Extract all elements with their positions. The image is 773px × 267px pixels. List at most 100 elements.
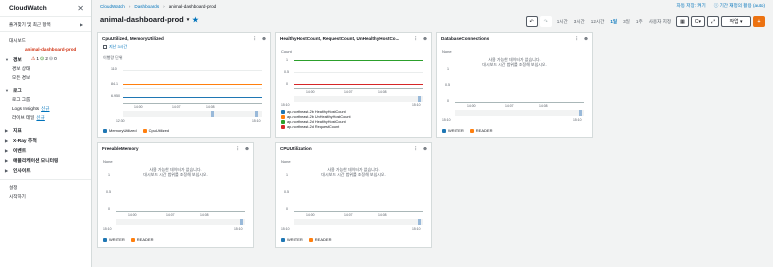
time-navigator[interactable]	[123, 111, 262, 117]
sidebar-section-insights[interactable]: ▶ 인사이트	[0, 165, 91, 175]
header-links: 자동 저장: 켜기 ⓘ 기간 재정의 활용 (auto)	[677, 3, 765, 9]
refresh-button[interactable]: C ▾	[690, 16, 705, 27]
x-tick: 14:08	[539, 104, 548, 108]
sidebar-item-alarm-state[interactable]: 경보 상태	[0, 64, 91, 73]
x-axis	[455, 102, 584, 103]
time-navigator[interactable]	[294, 219, 423, 225]
legend-item[interactable]: ap-northeast-2d HealthyHostCount	[281, 120, 351, 124]
legend-item[interactable]: READER	[469, 128, 492, 133]
x-tick: 15:10	[412, 227, 421, 231]
navigator-handle[interactable]	[240, 219, 243, 225]
legend-item[interactable]: WRITER	[442, 128, 464, 133]
legend-item[interactable]: ap-northeast-2b UnHealthyHostCount	[281, 115, 351, 119]
widget-menu-icon[interactable]: ⋮	[236, 146, 241, 152]
widget-menu-icon[interactable]: ⋮	[575, 36, 580, 42]
period-override[interactable]: ⓘ 기간 재정의 활용 (auto)	[714, 3, 765, 9]
x-tick: 14:00	[467, 104, 476, 108]
x-tick: 14:08	[378, 90, 387, 94]
widget-menu-icon[interactable]: ⋮	[253, 36, 258, 42]
breadcrumb-cloudwatch[interactable]: CloudWatch	[100, 4, 125, 9]
sidebar-item-logs-insights[interactable]: Logs Insights 신규	[0, 104, 91, 113]
sidebar-section-logs[interactable]: ▼ 로그	[0, 85, 91, 95]
navigator-handle[interactable]	[211, 111, 214, 117]
fullscreen-button[interactable]: ⤢	[706, 16, 719, 27]
widget-title: CPUUtilization	[280, 146, 312, 151]
time-range-option[interactable]: 3시간	[571, 19, 588, 25]
time-navigator[interactable]	[294, 96, 423, 102]
sidebar-item-log-groups[interactable]: 로그 그룹	[0, 95, 91, 104]
sidebar-item-live-tail[interactable]: 라이브 테일 신규	[0, 113, 91, 122]
legend-item[interactable]: CpuUtilized	[142, 128, 169, 133]
widget-unit: 이행량 단위	[103, 55, 123, 60]
widget-menu-icon[interactable]: ⋮	[414, 36, 419, 42]
legend-label: READER	[136, 237, 154, 242]
legend-item[interactable]: WRITER	[281, 237, 303, 242]
widget-unit: None	[103, 159, 113, 164]
time-range-option[interactable]: 12시간	[588, 19, 608, 25]
sidebar-item-dashboards[interactable]: 대시보드	[0, 36, 91, 45]
zoom-icon[interactable]: ⊕	[245, 146, 249, 152]
close-icon[interactable]: ✕	[77, 4, 84, 13]
zoom-icon[interactable]: ⊕	[584, 36, 588, 42]
zoom-icon[interactable]: ⊕	[262, 36, 266, 42]
sidebar-favorites[interactable]: 즐겨찾기 및 최근 항목 ▶	[0, 20, 91, 29]
breadcrumb-dashboards[interactable]: Dashboards	[134, 4, 159, 9]
logs-insights-label: Logs Insights	[12, 106, 40, 111]
sidebar-section-xray[interactable]: ▶ X-Ray 추적	[0, 135, 91, 145]
undo-button[interactable]: ↶	[525, 16, 538, 27]
sidebar-item-getting-started[interactable]: 시작하기	[0, 192, 91, 201]
caret-right-icon: ▶	[5, 147, 9, 153]
legend-item[interactable]: ap-northeast-2b HealthyHostCount	[281, 110, 351, 114]
navigator-handle[interactable]	[579, 110, 582, 116]
add-widget-button[interactable]: +	[753, 16, 765, 27]
time-range-option[interactable]: 사용자 지정	[646, 19, 674, 25]
widget-unit: None	[442, 49, 452, 54]
widget-menu-icon[interactable]: ⋮	[414, 146, 419, 152]
sidebar-section-metrics[interactable]: ▶ 지표	[0, 125, 91, 135]
live-tail-label: 라이브 테일	[12, 114, 35, 120]
caret-down-icon: ▼	[5, 56, 9, 62]
sidebar-item-all-alarms[interactable]: 모든 경보	[0, 73, 91, 82]
calendar-icon[interactable]: ▦	[676, 16, 689, 27]
time-navigator[interactable]	[455, 110, 584, 116]
sidebar-item-settings[interactable]: 설정	[0, 183, 91, 192]
navigator-handle[interactable]	[418, 219, 421, 225]
alarms-label: 경보	[13, 57, 22, 63]
actions-dropdown[interactable]: 작업 ▾	[721, 16, 751, 27]
x-axis	[116, 211, 245, 212]
legend-item[interactable]: READER	[308, 237, 331, 242]
widget-header: HealthyHostCount, RequestCount, UnHealth…	[280, 36, 427, 42]
legend-item[interactable]: MemoryUtilized	[103, 128, 137, 133]
legend-item[interactable]: READER	[130, 237, 154, 242]
sidebar-section-app-monitoring[interactable]: ▶ 애플리케이션 모니터링	[0, 155, 91, 165]
time-range-option[interactable]: 1시간	[554, 19, 571, 25]
legend: MemoryUtilized CpuUtilized	[103, 128, 169, 133]
y-tick: 1	[108, 173, 110, 177]
navigator-handle[interactable]	[255, 111, 258, 117]
redo-button[interactable]: ↷	[539, 16, 552, 27]
sidebar-section-events[interactable]: ▶ 이벤트	[0, 145, 91, 155]
legend-label: ap-northeast-2b UnHealthyHostCount	[287, 115, 351, 119]
sidebar-title: CloudWatch	[9, 4, 47, 12]
widget-header: CPUUtilization ⋮ ⊕	[280, 146, 427, 152]
autosave-toggle[interactable]: 자동 저장: 켜기	[677, 3, 706, 9]
xray-label: X-Ray 추적	[13, 138, 37, 144]
alarm-count-in-alarm: 1	[36, 56, 39, 62]
sidebar-item-active-dashboard[interactable]: animal-dashboard-prod	[0, 45, 91, 54]
legend-swatch	[281, 125, 285, 129]
time-range-option[interactable]: 1일	[607, 19, 620, 25]
widget-title: HealthyHostCount, RequestCount, UnHealth…	[280, 36, 400, 41]
widget-time-range[interactable]: 지난 3시간	[103, 44, 127, 50]
time-range-option[interactable]: 3일	[620, 19, 633, 25]
favorite-star-icon[interactable]: ★	[192, 16, 198, 24]
chevron-down-icon[interactable]: ▾	[187, 17, 190, 23]
sidebar-section-alarms[interactable]: ▼ 경보 ⚠ 1 ⊙ 2 ⊝ 0	[0, 54, 91, 64]
time-range-option[interactable]: 1주	[633, 19, 646, 25]
zoom-icon[interactable]: ⊕	[423, 36, 427, 42]
time-navigator[interactable]	[116, 219, 245, 225]
legend-item[interactable]: WRITER	[103, 237, 125, 242]
navigator-handle[interactable]	[418, 96, 421, 102]
zoom-icon[interactable]: ⊕	[423, 146, 427, 152]
legend-item[interactable]: ap-northeast-2d RequestCount	[281, 125, 351, 129]
events-label: 이벤트	[13, 148, 27, 154]
